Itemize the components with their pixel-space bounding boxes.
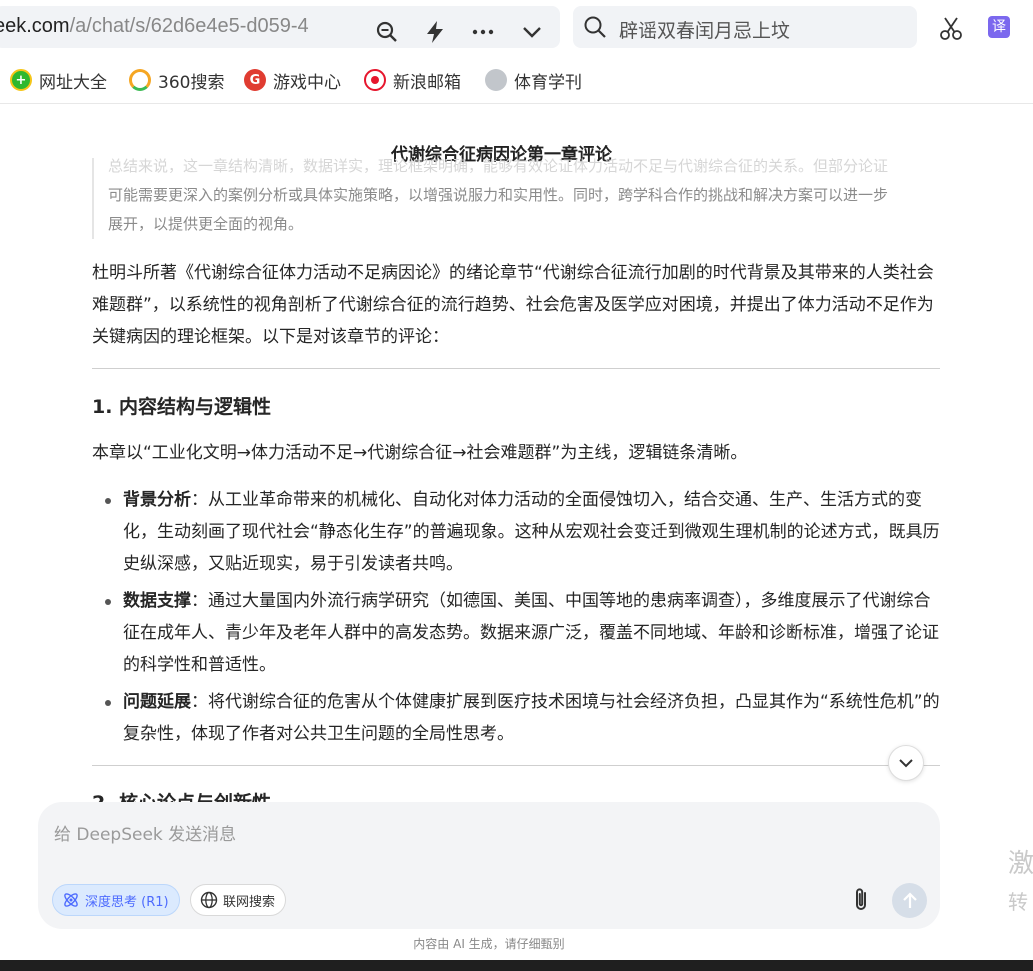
bookmark-label: 360搜索 [158, 72, 225, 93]
sina-mail-icon [364, 69, 386, 91]
lightning-icon[interactable] [422, 19, 448, 45]
side-overlay-text: 激 [1008, 849, 1033, 879]
bullet-text: ：通过大量国内外流行病学研究（如德国、美国、中国等地的患病率调查），多维度展示了… [123, 591, 939, 675]
address-bar[interactable]: eek.com/a/chat/s/62d6e4e5-d059-4 [0, 6, 560, 48]
section-lead: 本章以“工业化文明→体力活动不足→代谢综合征→社会难题群”为主线，逻辑链条清晰。 [92, 443, 748, 463]
bookmark-game-center[interactable]: G 游戏中心 [244, 68, 341, 93]
scroll-to-bottom-button[interactable] [888, 745, 924, 781]
bookmark-sports-journal[interactable]: 体育学刊 [485, 68, 582, 93]
atom-icon [64, 893, 78, 907]
search-bar[interactable]: 辟谣双春闰月忌上坟 [573, 6, 917, 48]
web-search-label: 联网搜索 [223, 894, 276, 910]
plus-circle-icon: + [10, 69, 32, 91]
bookmarks-bar: + 网址大全 360搜索 G 游戏中心 新浪邮箱 体育学刊 [0, 56, 1033, 104]
url-host: eek.com [0, 15, 70, 37]
thinking-line: 可能需要更深入的案例分析或具体实施策略，以增强说服力和实用性。同时，跨学科合作的… [108, 186, 889, 204]
search-text: 辟谣双春闰月忌上坟 [619, 20, 791, 42]
message-input[interactable]: 给 DeepSeek 发送消息 [54, 820, 236, 845]
list-item: 问题延展：将代谢综合征的危害从个体健康扩展到医疗技术困境与社会经济负担，凸显其作… [92, 686, 940, 750]
deep-think-label: 深度思考 (R1) [85, 894, 169, 910]
paperclip-icon[interactable] [848, 886, 874, 914]
bookmark-360-search[interactable]: 360搜索 [129, 68, 225, 93]
bullet-dot [105, 700, 111, 706]
url-text[interactable]: eek.com/a/chat/s/62d6e4e5-d059-4 [0, 15, 366, 38]
bullet-term: 数据支撑 [123, 591, 191, 611]
thinking-block: 总结来说，这一章结构清晰，数据详实，理论框架明确，能够有效论证体力活动不足与代谢… [92, 158, 940, 239]
chevron-down-icon[interactable] [519, 19, 545, 45]
translate-icon[interactable]: 译 [988, 16, 1010, 38]
bullet-term: 问题延展 [123, 692, 191, 712]
bookmark-sina-mail[interactable]: 新浪邮箱 [364, 68, 461, 93]
bullet-term: 背景分析 [123, 490, 191, 510]
section-heading: 1. 内容结构与逻辑性 [92, 396, 272, 418]
bullet-dot [105, 498, 111, 504]
ai-disclaimer: 内容由 AI 生成，请仔细甄别 [413, 937, 565, 951]
taskbar [0, 960, 1033, 971]
intro-paragraph: 杜明斗所著《代谢综合征体力活动不足病因论》的绪论章节“代谢综合征流行加剧的时代背… [92, 263, 934, 347]
bullet-text: ：从工业革命带来的机械化、自动化对体力活动的全面侵蚀切入，结合交通、生产、生活方… [123, 490, 940, 574]
bookmark-label: 体育学刊 [514, 72, 582, 93]
web-search-toggle[interactable]: 联网搜索 [190, 884, 287, 916]
send-button[interactable] [892, 883, 927, 918]
bookmark-label: 游戏中心 [273, 72, 341, 93]
list-item: 数据支撑：通过大量国内外流行病学研究（如德国、美国、中国等地的患病率调查），多维… [92, 585, 940, 681]
bookmark-label: 新浪邮箱 [393, 72, 461, 93]
bookmark-wangzhi[interactable]: + 网址大全 [10, 68, 107, 93]
zoom-icon[interactable] [374, 19, 400, 45]
chevron-down-icon [899, 759, 913, 768]
message-composer: 给 DeepSeek 发送消息 深度思考 (R1) 联网搜索 [38, 802, 940, 929]
search-icon [584, 16, 606, 38]
scissors-icon[interactable] [938, 15, 964, 41]
chat-message: 总结来说，这一章结构清晰，数据详实，理论框架明确，能够有效论证体力活动不足与代谢… [92, 158, 940, 802]
arrow-up-icon [902, 891, 917, 908]
bullet-text: ：将代谢综合征的危害从个体健康扩展到医疗技术困境与社会经济负担，凸显其作为“系统… [123, 692, 940, 744]
url-path: /a/chat/s/62d6e4e5-d059-4 [69, 15, 309, 37]
more-icon[interactable] [470, 19, 496, 45]
side-overlay-text: 转 [1008, 890, 1028, 914]
bullet-dot [105, 599, 111, 605]
list-item: 背景分析：从工业革命带来的机械化、自动化对体力活动的全面侵蚀切入，结合交通、生产… [92, 484, 940, 580]
divider [92, 368, 940, 369]
deep-think-toggle[interactable]: 深度思考 (R1) [52, 884, 180, 916]
game-center-icon: G [244, 69, 266, 91]
browser-toolbar: eek.com/a/chat/s/62d6e4e5-d059-4 辟谣双春闰月忌… [0, 0, 1033, 56]
360-search-icon [129, 69, 151, 91]
divider [92, 765, 940, 766]
globe-icon [200, 891, 218, 909]
thinking-line: 展开，以提供更全面的视角。 [108, 215, 304, 233]
globe-icon [485, 69, 507, 91]
bookmark-label: 网址大全 [39, 72, 107, 93]
bullet-list: 背景分析：从工业革命带来的机械化、自动化对体力活动的全面侵蚀切入，结合交通、生产… [92, 484, 940, 755]
thinking-line: 总结来说，这一章结构清晰，数据详实，理论框架明确，能够有效论证体力活动不足与代谢… [108, 158, 889, 175]
section-heading: 2. 核心论点与创新性 [92, 788, 271, 802]
